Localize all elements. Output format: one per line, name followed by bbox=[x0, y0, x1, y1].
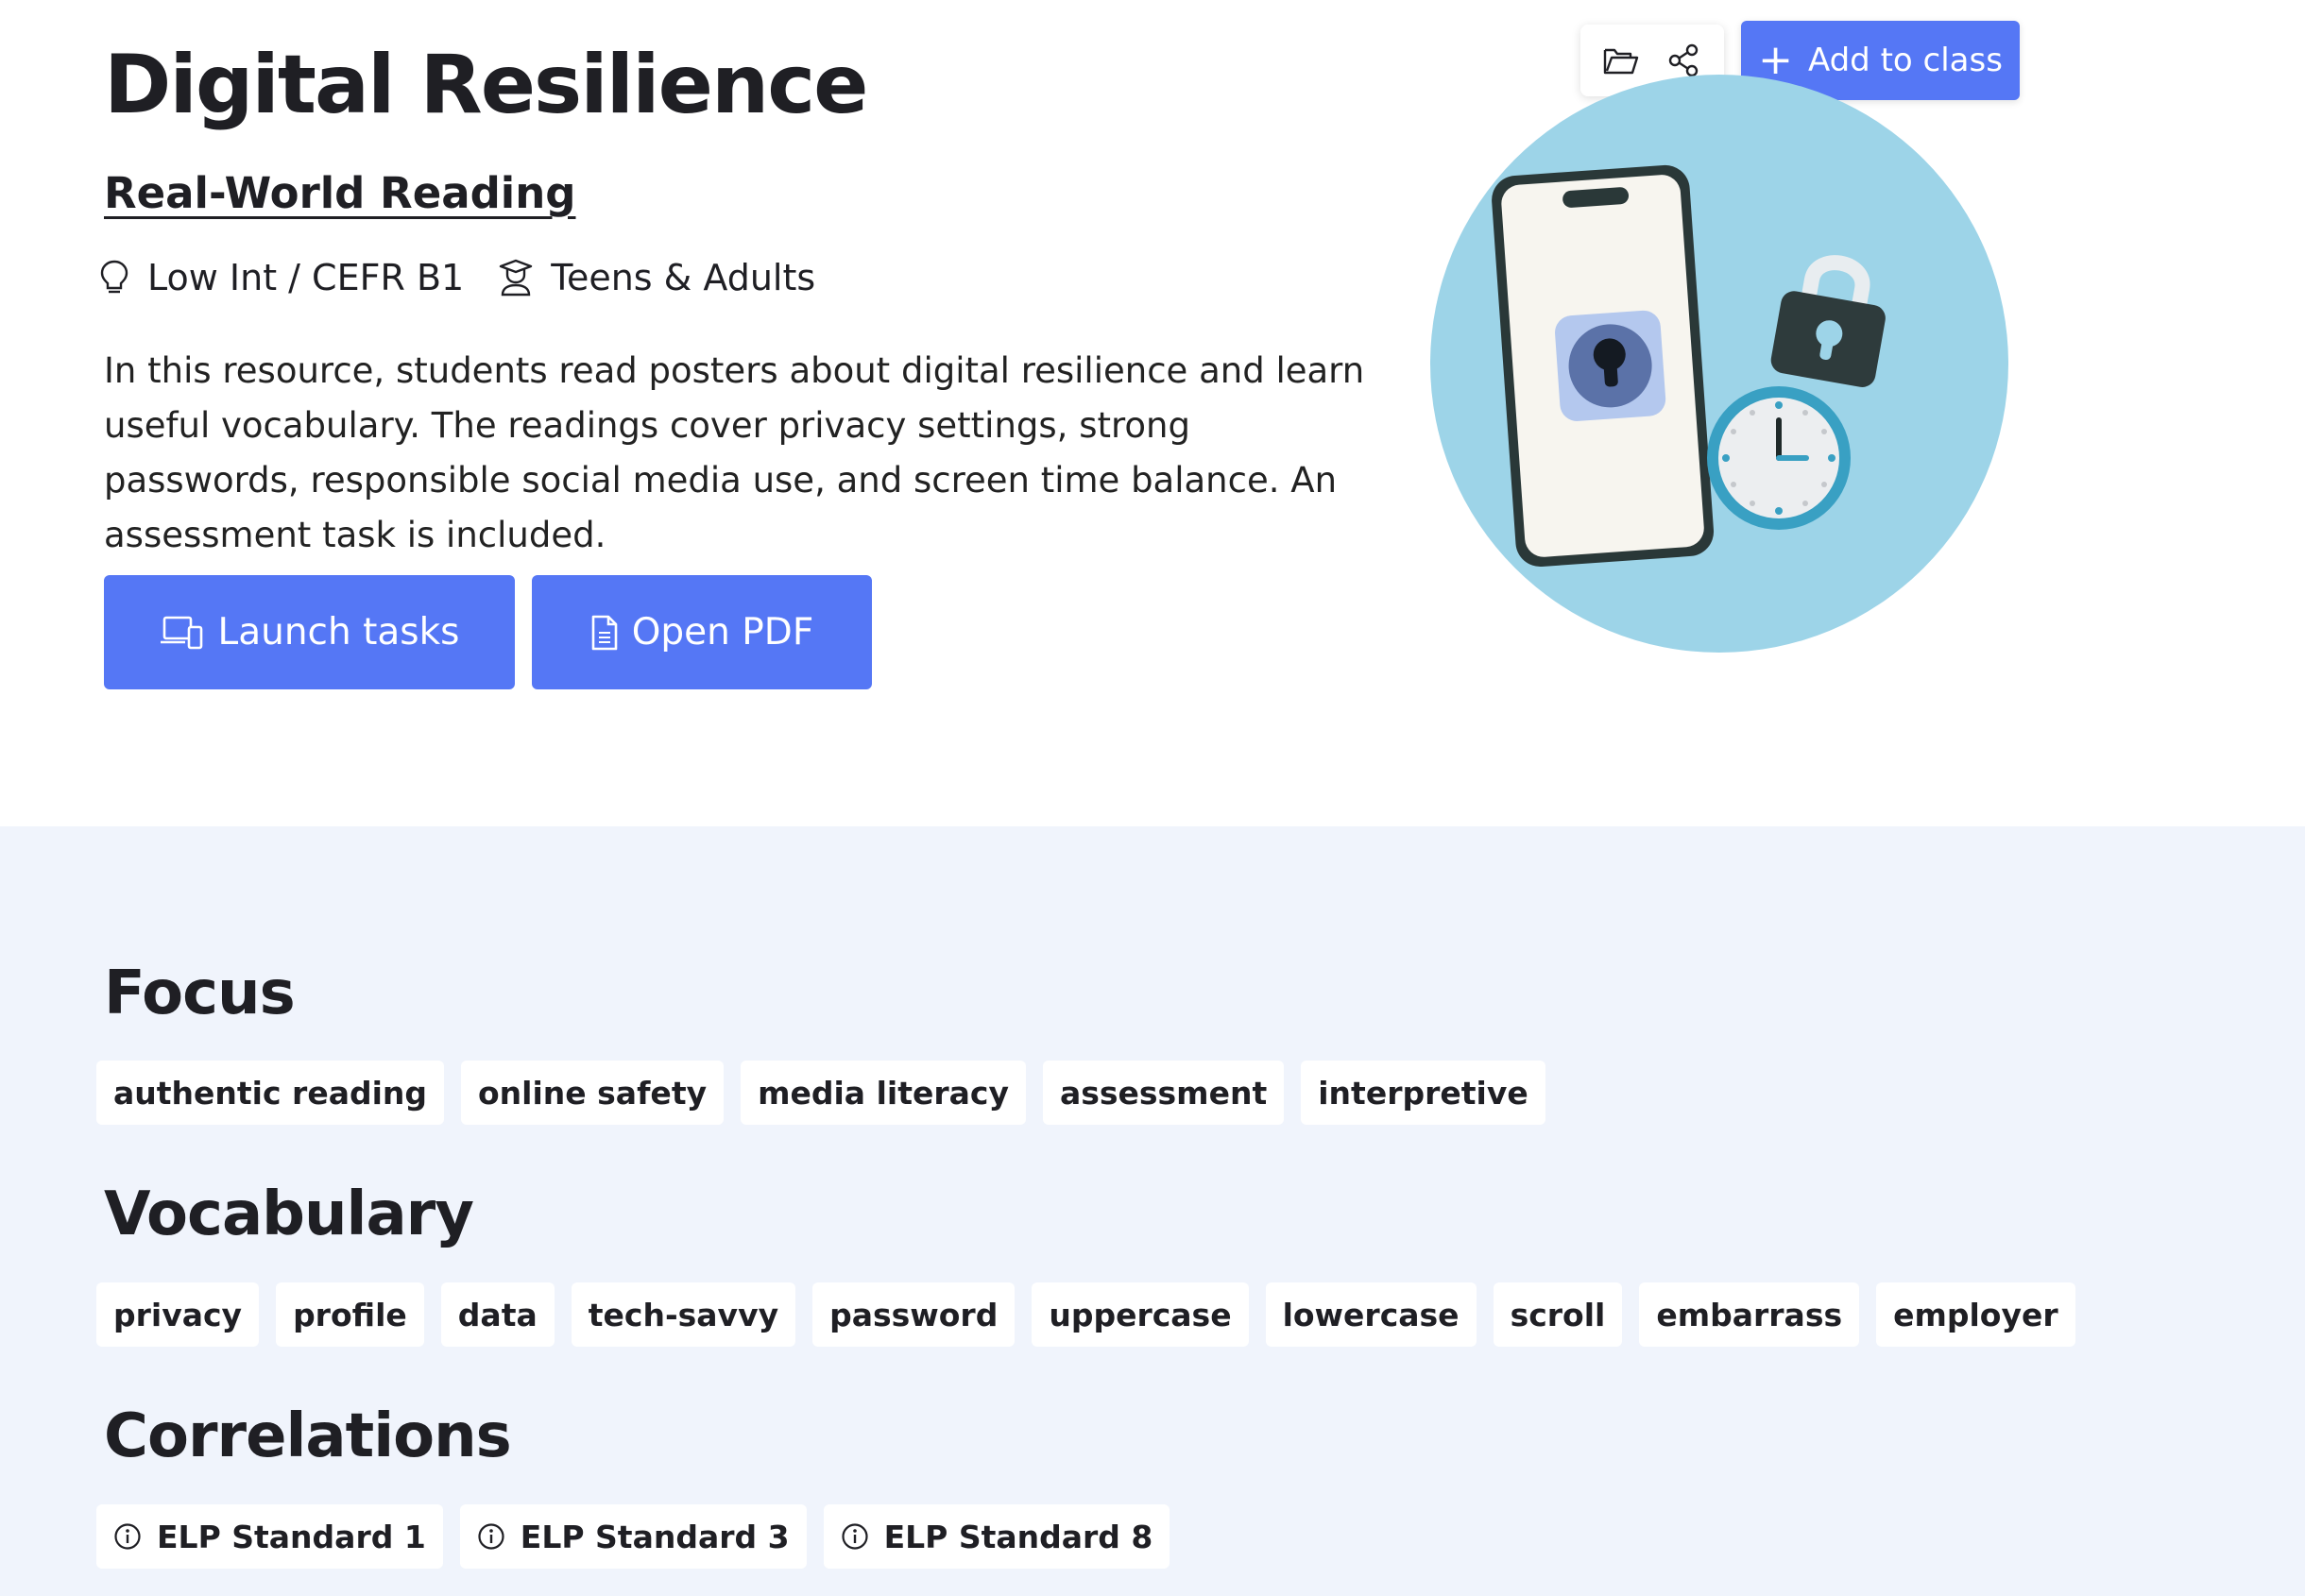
open-pdf-button[interactable]: Open PDF bbox=[532, 575, 872, 689]
standard-label: ELP Standard 3 bbox=[520, 1518, 790, 1555]
resource-header: Digital Resilience Real-World Reading Lo… bbox=[0, 0, 2305, 826]
launch-tasks-button[interactable]: Launch tasks bbox=[104, 575, 515, 689]
vocabulary-word[interactable]: embarrass bbox=[1639, 1282, 1860, 1347]
resource-details: Focus authentic reading online safety me… bbox=[0, 826, 2305, 1596]
vocabulary-word[interactable]: scroll bbox=[1493, 1282, 1623, 1347]
info-icon bbox=[478, 1523, 504, 1550]
audience-label: Teens & Adults bbox=[551, 257, 816, 298]
devices-icon bbox=[161, 616, 203, 649]
open-pdf-label: Open PDF bbox=[631, 611, 814, 654]
vocabulary-heading: Vocabulary bbox=[104, 1180, 474, 1249]
standard-chip[interactable]: ELP Standard 1 bbox=[96, 1504, 443, 1569]
resource-meta: Low Int / CEFR B1 Teens & Adults bbox=[98, 257, 849, 298]
vocabulary-word[interactable]: privacy bbox=[96, 1282, 260, 1347]
resource-description: In this resource, students read posters … bbox=[104, 350, 1365, 555]
vocabulary-word[interactable]: uppercase bbox=[1032, 1282, 1249, 1347]
vocabulary-word[interactable]: data bbox=[440, 1282, 555, 1347]
focus-tag[interactable]: authentic reading bbox=[96, 1061, 445, 1125]
standard-label: ELP Standard 8 bbox=[883, 1518, 1153, 1555]
collection-link[interactable]: Real-World Reading bbox=[104, 168, 575, 218]
clock-image bbox=[1707, 386, 1851, 530]
vocabulary-word[interactable]: lowercase bbox=[1265, 1282, 1477, 1347]
level-info: Low Int / CEFR B1 bbox=[98, 257, 464, 298]
vocabulary-word[interactable]: tech-savvy bbox=[571, 1282, 796, 1347]
focus-tag[interactable]: assessment bbox=[1042, 1061, 1285, 1125]
focus-tag[interactable]: online safety bbox=[461, 1061, 725, 1125]
lightbulb-icon bbox=[100, 260, 128, 294]
focus-tag-list: authentic reading online safety media li… bbox=[96, 1061, 1562, 1125]
vocabulary-list: privacy profile data tech-savvy password… bbox=[96, 1282, 2092, 1347]
launch-tasks-label: Launch tasks bbox=[217, 611, 460, 654]
info-icon bbox=[841, 1523, 868, 1550]
phone-image bbox=[1492, 164, 1715, 568]
correlations-list: ELP Standard 1 ELP Standard 3 ELP Standa… bbox=[96, 1504, 1187, 1569]
level-label: Low Int / CEFR B1 bbox=[147, 257, 465, 298]
document-icon bbox=[591, 615, 618, 650]
standard-label: ELP Standard 1 bbox=[157, 1518, 426, 1555]
page-title: Digital Resilience bbox=[104, 38, 868, 132]
student-icon bbox=[500, 259, 533, 297]
standard-chip[interactable]: ELP Standard 3 bbox=[459, 1504, 807, 1569]
standard-chip[interactable]: ELP Standard 8 bbox=[823, 1504, 1170, 1569]
correlations-heading: Correlations bbox=[104, 1401, 512, 1471]
vocabulary-word[interactable]: password bbox=[812, 1282, 1016, 1347]
vocabulary-word[interactable]: employer bbox=[1876, 1282, 2075, 1347]
focus-tag[interactable]: interpretive bbox=[1301, 1061, 1545, 1125]
phone-security-illustration bbox=[1430, 75, 2008, 653]
vocabulary-word[interactable]: profile bbox=[276, 1282, 424, 1347]
focus-tag[interactable]: media literacy bbox=[741, 1061, 1026, 1125]
info-icon bbox=[114, 1523, 141, 1550]
focus-heading: Focus bbox=[104, 959, 296, 1028]
audience-info: Teens & Adults bbox=[498, 257, 815, 298]
